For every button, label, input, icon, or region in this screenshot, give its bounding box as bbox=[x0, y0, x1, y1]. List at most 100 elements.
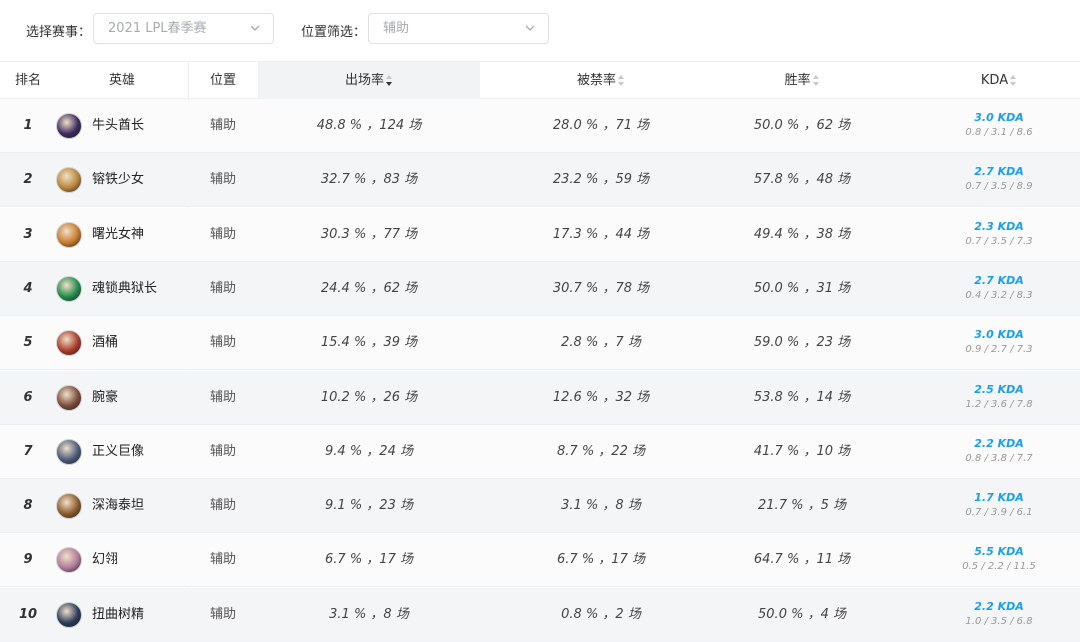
position-cell: 辅助 bbox=[209, 118, 236, 133]
kda-detail: 0.8 / 3.8 / 7.7 bbox=[965, 453, 1033, 464]
pick-rate-cell: 6.7 % ，17 场 bbox=[325, 552, 413, 567]
sort-icon bbox=[618, 74, 625, 87]
rank-cell: 1 bbox=[23, 118, 33, 133]
win-rate-cell: 50.0 % ，62 场 bbox=[753, 118, 851, 133]
hero-name[interactable]: 正义巨像 bbox=[92, 425, 188, 479]
position-cell: 辅助 bbox=[209, 335, 236, 350]
pick-rate-cell: 15.4 % ，39 场 bbox=[320, 335, 418, 350]
chevron-down-icon bbox=[250, 25, 260, 31]
header-kda-label: KDA bbox=[980, 73, 1009, 88]
pick-rate-cell: 32.7 % ，83 场 bbox=[320, 172, 418, 187]
table-row[interactable]: 6 腕豪 辅助 10.2 % ，26 场 12.6 % ，32 场 53.8 % ，14 … bbox=[0, 371, 1080, 425]
hero-avatar bbox=[56, 385, 82, 411]
table-row[interactable]: 5 酒桶 辅助 15.4 % ，39 场 2.8 % ，7 场 59.0 % ，23 场 3… bbox=[0, 316, 1080, 370]
hero-avatar bbox=[56, 439, 82, 465]
position-filter-label: 位置筛选： bbox=[301, 25, 367, 40]
kda-detail: 0.9 / 2.7 / 7.3 bbox=[965, 344, 1033, 355]
table-row[interactable]: 10 扭曲树精 辅助 3.1 % ，8 场 0.8 % ，2 场 50.0 % ，4 场 2… bbox=[0, 588, 1080, 642]
ban-rate-cell: 2.8 % ，7 场 bbox=[561, 335, 641, 350]
pick-rate-cell: 9.1 % ，23 场 bbox=[325, 498, 413, 513]
header-kda[interactable]: KDA bbox=[918, 62, 1080, 99]
header-rank: 排名 bbox=[14, 73, 41, 88]
table-header: 排名 英雄 位置 出场率 被禁率 胜率 KDA bbox=[0, 61, 1080, 99]
table-row[interactable]: 1 牛头酋长 辅助 48.8 % ，124 场 28.0 % ，71 场 50.0 % ，… bbox=[0, 99, 1080, 153]
kda-detail: 1.0 / 3.5 / 6.8 bbox=[965, 616, 1033, 627]
header-win-rate-label: 胜率 bbox=[784, 73, 811, 88]
sort-icon bbox=[386, 74, 393, 87]
position-cell: 辅助 bbox=[209, 390, 236, 405]
position-cell: 辅助 bbox=[209, 552, 236, 567]
pick-rate-cell: 48.8 % ，124 场 bbox=[316, 118, 422, 133]
table-row[interactable]: 2 镕铁少女 辅助 32.7 % ，83 场 23.2 % ，59 场 57.8 % ，4… bbox=[0, 153, 1080, 207]
hero-avatar bbox=[56, 276, 82, 302]
hero-avatar bbox=[56, 167, 82, 193]
rank-cell: 6 bbox=[23, 390, 33, 405]
pick-rate-cell: 9.4 % ，24 场 bbox=[325, 444, 413, 459]
hero-name[interactable]: 幻翎 bbox=[92, 533, 188, 587]
table-row[interactable]: 9 幻翎 辅助 6.7 % ，17 场 6.7 % ，17 场 64.7 % ，11 场 5… bbox=[0, 533, 1080, 587]
pick-rate-cell: 3.1 % ，8 场 bbox=[329, 607, 409, 622]
hero-name[interactable]: 镕铁少女 bbox=[92, 153, 188, 207]
kda-detail: 0.8 / 3.1 / 8.6 bbox=[965, 127, 1033, 138]
header-pick-rate-label: 出场率 bbox=[344, 73, 384, 88]
header-win-rate[interactable]: 胜率 bbox=[722, 62, 882, 99]
win-rate-cell: 53.8 % ，14 场 bbox=[753, 390, 851, 405]
rank-cell: 2 bbox=[23, 172, 33, 187]
ban-rate-cell: 23.2 % ，59 场 bbox=[552, 172, 650, 187]
kda-detail: 0.7 / 3.5 / 7.3 bbox=[965, 236, 1033, 247]
rank-cell: 4 bbox=[23, 281, 33, 296]
kda-detail: 0.5 / 2.2 / 11.5 bbox=[962, 561, 1036, 572]
position-select[interactable]: 辅助 bbox=[368, 13, 549, 44]
rank-cell: 7 bbox=[23, 444, 33, 459]
win-rate-cell: 59.0 % ，23 场 bbox=[753, 335, 851, 350]
kda-cell: 2.7 KDA 0.7 / 3.5 / 8.9 bbox=[918, 153, 1080, 207]
header-ban-rate[interactable]: 被禁率 bbox=[480, 62, 722, 99]
rank-cell: 3 bbox=[23, 227, 33, 242]
hero-name[interactable]: 牛头酋长 bbox=[92, 99, 188, 153]
ban-rate-cell: 0.8 % ，2 场 bbox=[561, 607, 641, 622]
kda-detail: 0.4 / 3.2 / 8.3 bbox=[965, 290, 1033, 301]
kda-cell: 5.5 KDA 0.5 / 2.2 / 11.5 bbox=[918, 533, 1080, 587]
table-row[interactable]: 8 深海泰坦 辅助 9.1 % ，23 场 3.1 % ，8 场 21.7 % ，5 场 1… bbox=[0, 479, 1080, 533]
hero-name[interactable]: 魂锁典狱长 bbox=[92, 262, 188, 316]
ban-rate-cell: 3.1 % ，8 场 bbox=[561, 498, 641, 513]
kda-value: 2.7 KDA bbox=[974, 274, 1024, 287]
win-rate-cell: 49.4 % ，38 场 bbox=[753, 227, 851, 242]
event-select[interactable]: 2021 LPL春季赛 bbox=[93, 13, 274, 44]
kda-cell: 2.2 KDA 1.0 / 3.5 / 6.8 bbox=[918, 588, 1080, 642]
kda-value: 2.7 KDA bbox=[974, 165, 1024, 178]
kda-cell: 3.0 KDA 0.9 / 2.7 / 7.3 bbox=[918, 316, 1080, 370]
win-rate-cell: 41.7 % ，10 场 bbox=[753, 444, 851, 459]
position-cell: 辅助 bbox=[209, 227, 236, 242]
ban-rate-cell: 17.3 % ，44 场 bbox=[552, 227, 650, 242]
header-pick-rate[interactable]: 出场率 bbox=[258, 62, 480, 99]
kda-value: 2.5 KDA bbox=[974, 383, 1024, 396]
hero-name[interactable]: 扭曲树精 bbox=[92, 588, 188, 642]
kda-cell: 1.7 KDA 0.7 / 3.9 / 6.1 bbox=[918, 479, 1080, 533]
table-row[interactable]: 3 曙光女神 辅助 30.3 % ，77 场 17.3 % ，44 场 49.4 % ，3… bbox=[0, 208, 1080, 262]
kda-value: 2.2 KDA bbox=[974, 600, 1024, 613]
rank-cell: 10 bbox=[18, 607, 38, 622]
table-row[interactable]: 4 魂锁典狱长 辅助 24.4 % ，62 场 30.7 % ，78 场 50.0 % ，… bbox=[0, 262, 1080, 316]
hero-name[interactable]: 曙光女神 bbox=[92, 208, 188, 262]
hero-name[interactable]: 深海泰坦 bbox=[92, 479, 188, 533]
filter-bar: 选择赛事： 2021 LPL春季赛 位置筛选： 辅助 bbox=[0, 0, 1080, 60]
sort-icon bbox=[812, 74, 820, 87]
hero-name[interactable]: 腕豪 bbox=[92, 371, 188, 425]
kda-value: 2.3 KDA bbox=[974, 220, 1024, 233]
chevron-down-icon bbox=[525, 25, 535, 31]
table-row[interactable]: 7 正义巨像 辅助 9.4 % ，24 场 8.7 % ，22 场 41.7 % ，10 … bbox=[0, 425, 1080, 479]
hero-avatar bbox=[56, 547, 82, 573]
hero-name[interactable]: 酒桶 bbox=[92, 316, 188, 370]
win-rate-cell: 21.7 % ，5 场 bbox=[758, 498, 846, 513]
pick-rate-cell: 30.3 % ，77 场 bbox=[320, 227, 418, 242]
kda-value: 3.0 KDA bbox=[974, 111, 1024, 124]
pick-rate-cell: 24.4 % ，62 场 bbox=[320, 281, 418, 296]
ban-rate-cell: 6.7 % ，17 场 bbox=[557, 552, 645, 567]
sort-icon bbox=[1010, 74, 1017, 87]
position-select-value: 辅助 bbox=[383, 21, 410, 36]
position-cell: 辅助 bbox=[209, 498, 236, 513]
rank-cell: 9 bbox=[23, 552, 33, 567]
kda-cell: 3.0 KDA 0.8 / 3.1 / 8.6 bbox=[918, 99, 1080, 153]
header-ban-rate-label: 被禁率 bbox=[576, 73, 616, 88]
